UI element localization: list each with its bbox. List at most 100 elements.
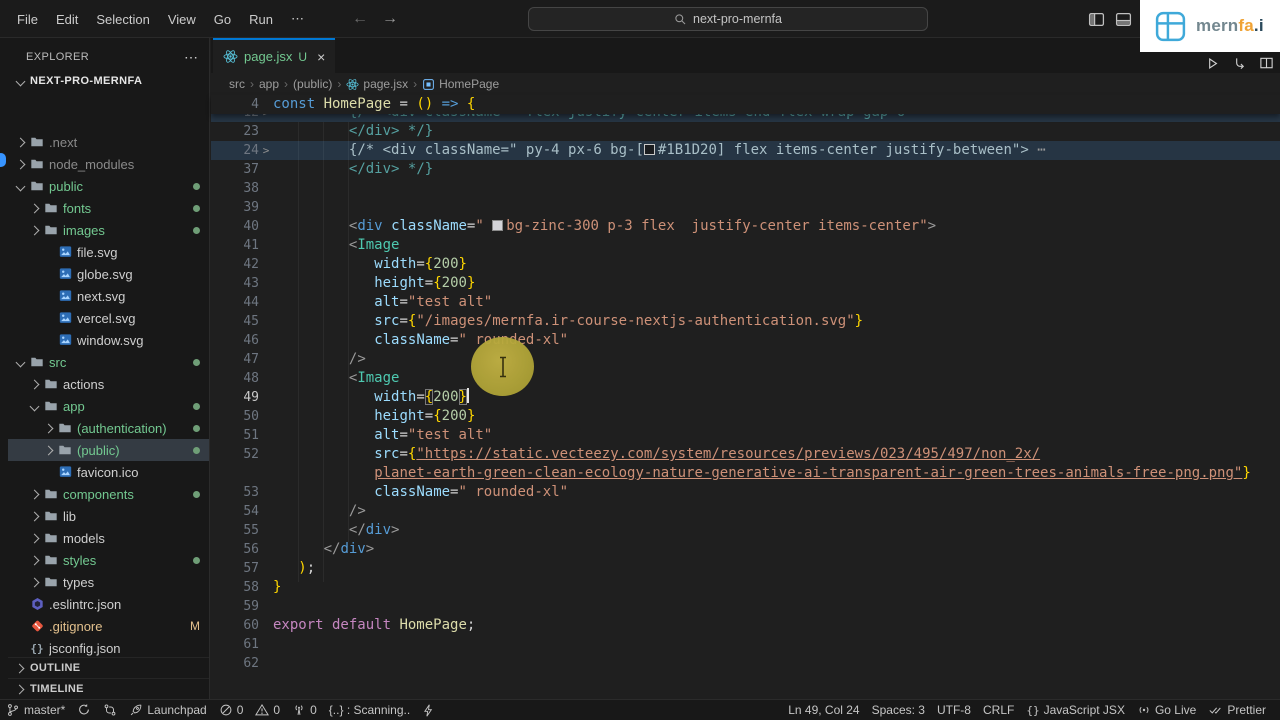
code-line-42[interactable]: 42 width={200} [211, 255, 1280, 274]
explorer-more-actions-icon[interactable]: ⋯ [184, 49, 199, 66]
tree-item-styles[interactable]: styles [8, 549, 209, 571]
code-line-52[interactable]: 52 src={"https://static.vecteezy.com/syst… [211, 445, 1280, 464]
tree-item-vercel.svg[interactable]: vercel.svg [8, 307, 209, 329]
code-line-62[interactable]: 62 [211, 654, 1280, 673]
outline-section[interactable]: OUTLINE [8, 657, 209, 678]
tree-item-.next[interactable]: .next [8, 131, 209, 153]
fold-chevron-icon[interactable]: > [259, 114, 273, 122]
menu-file[interactable]: File [8, 8, 47, 31]
status-0[interactable]: 0 [249, 700, 286, 720]
command-center-search[interactable]: next-pro-mernfa [528, 7, 928, 31]
tree-item-components[interactable]: components [8, 483, 209, 505]
code-line-53[interactable]: 53 className=" rounded-xl" [211, 483, 1280, 502]
tree-item-lib[interactable]: lib [8, 505, 209, 527]
back-arrow-icon[interactable]: ← [352, 10, 368, 28]
status-prettier[interactable]: Prettier [1202, 700, 1272, 720]
menu-go[interactable]: Go [205, 8, 240, 31]
tree-item-public[interactable]: public [8, 175, 209, 197]
run-code-icon[interactable] [1205, 56, 1220, 71]
menu-view[interactable]: View [159, 8, 205, 31]
tree-item-app[interactable]: app [8, 395, 209, 417]
breadcrumb-homepage[interactable]: HomePage [422, 77, 499, 91]
tree-item-src[interactable]: src [8, 351, 209, 373]
status-0[interactable]: 0 [286, 700, 323, 720]
layout-panel-icon[interactable] [1115, 11, 1132, 28]
tree-item-globe.svg[interactable]: globe.svg [8, 263, 209, 285]
status-sync-item[interactable] [71, 700, 97, 720]
status-spaces-3[interactable]: Spaces: 3 [866, 700, 931, 720]
code-line-24[interactable]: 24 > {/* <div className=" py-4 px-6 bg-[#1… [211, 141, 1280, 160]
tree-item-.eslintrc.json[interactable]: .eslintrc.json [8, 593, 209, 615]
status-master[interactable]: master* [0, 700, 71, 720]
code-line-47[interactable]: 47 /> [211, 350, 1280, 369]
color-swatch[interactable] [643, 144, 655, 155]
tree-item-file.svg[interactable]: file.svg [8, 241, 209, 263]
code-editor[interactable]: 23 </div> */} 24 > {/* <div className=" py-4… [211, 122, 1280, 699]
code-line-57[interactable]: 57); [211, 559, 1280, 578]
tree-item-favicon.ico[interactable]: favicon.ico [8, 461, 209, 483]
tree-item-.gitignore[interactable]: .gitignore M [8, 615, 209, 637]
code-line-50[interactable]: 50 height={200} [211, 407, 1280, 426]
code-line-60[interactable]: 60 export default HomePage; [211, 616, 1280, 635]
code-line-39[interactable]: 39 [211, 198, 1280, 217]
breadcrumb-src[interactable]: src [229, 77, 245, 91]
timeline-section[interactable]: TIMELINE [8, 678, 209, 699]
code-line-40[interactable]: 40 <div className=" bg-zinc-300 p-3 flex … [211, 217, 1280, 236]
navigate-icon[interactable] [1232, 56, 1247, 71]
tree-item-jsconfig.json[interactable]: {} jsconfig.json [8, 637, 209, 659]
code-line-59[interactable]: 59 [211, 597, 1280, 616]
tree-item-fonts[interactable]: fonts [8, 197, 209, 219]
code-line-45[interactable]: 45 src={"/images/mernfa.ir-course-nextjs-… [211, 312, 1280, 331]
code-line-23[interactable]: 23 </div> */} [211, 122, 1280, 141]
breadcrumb-public[interactable]: (public) [293, 77, 332, 91]
color-swatch[interactable] [492, 220, 504, 231]
tree-item-(authentication)[interactable]: (authentication) [8, 417, 209, 439]
tree-item-actions[interactable]: actions [8, 373, 209, 395]
code-line-37[interactable]: 37 </div> */} [211, 160, 1280, 179]
tree-item-types[interactable]: types [8, 571, 209, 593]
code-line-48[interactable]: 48 <Image [211, 369, 1280, 388]
code-line-51[interactable]: 51 alt="test alt" [211, 426, 1280, 445]
menu-run[interactable]: Run [240, 8, 282, 31]
tree-item-images[interactable]: images [8, 219, 209, 241]
split-editor-icon[interactable] [1259, 56, 1274, 71]
code-line-41[interactable]: 41 <Image [211, 236, 1280, 255]
status-0[interactable]: 0 [213, 700, 250, 720]
tree-item-node_modules[interactable]: node_modules [8, 153, 209, 175]
status-utf-8[interactable]: UTF-8 [931, 700, 977, 720]
menu-selection[interactable]: Selection [87, 8, 158, 31]
code-line-38[interactable]: 38 [211, 179, 1280, 198]
breadcrumb-page.jsx[interactable]: page.jsx [346, 77, 408, 91]
tree-item-models[interactable]: models [8, 527, 209, 549]
breadcrumb-app[interactable]: app [259, 77, 279, 91]
tree-item-(public)[interactable]: (public) [8, 439, 209, 461]
code-line-44[interactable]: 44 alt="test alt" [211, 293, 1280, 312]
tree-item-window.svg[interactable]: window.svg [8, 329, 209, 351]
clipped-code-line[interactable]: 12>{/* <div className=" flex justify-cen… [211, 114, 1280, 122]
fold-chevron-icon[interactable]: > [259, 141, 273, 160]
menu-[interactable]: ⋯ [282, 7, 313, 31]
status-zap-item[interactable] [416, 700, 441, 720]
layout-sidebar-icon[interactable] [1088, 11, 1105, 28]
status-launchpad[interactable]: Launchpad [123, 700, 212, 720]
tree-item-next.svg[interactable]: next.svg [8, 285, 209, 307]
status-javascript-jsx[interactable]: {} JavaScript JSX [1020, 700, 1131, 720]
status-crlf[interactable]: CRLF [977, 700, 1020, 720]
code-line-wrap[interactable]: planet-earth-green-clean-ecology-nature-… [211, 464, 1280, 483]
code-line-46[interactable]: 46 className=" rounded-xl" [211, 331, 1280, 350]
code-line-49[interactable]: 49 width={200} [211, 388, 1280, 407]
code-line-55[interactable]: 55 </div> [211, 521, 1280, 540]
status-go-live[interactable]: Go Live [1131, 700, 1202, 720]
tab-page-jsx[interactable]: page.jsx U × [213, 38, 336, 73]
code-line-4[interactable]: 4 const HomePage = () => { [211, 95, 1280, 114]
code-line-56[interactable]: 56 </div> [211, 540, 1280, 559]
code-line-43[interactable]: 43 height={200} [211, 274, 1280, 293]
code-line-58[interactable]: 58} [211, 578, 1280, 597]
close-icon[interactable]: × [317, 49, 325, 65]
code-line-12[interactable]: 12>{/* <div className=" flex justify-cen… [211, 114, 1280, 122]
project-root-row[interactable]: NEXT-PRO-MERNFA [8, 70, 209, 92]
forward-arrow-icon[interactable]: → [382, 10, 398, 28]
menu-edit[interactable]: Edit [47, 8, 87, 31]
code-line-61[interactable]: 61 [211, 635, 1280, 654]
code-line-54[interactable]: 54 /> [211, 502, 1280, 521]
